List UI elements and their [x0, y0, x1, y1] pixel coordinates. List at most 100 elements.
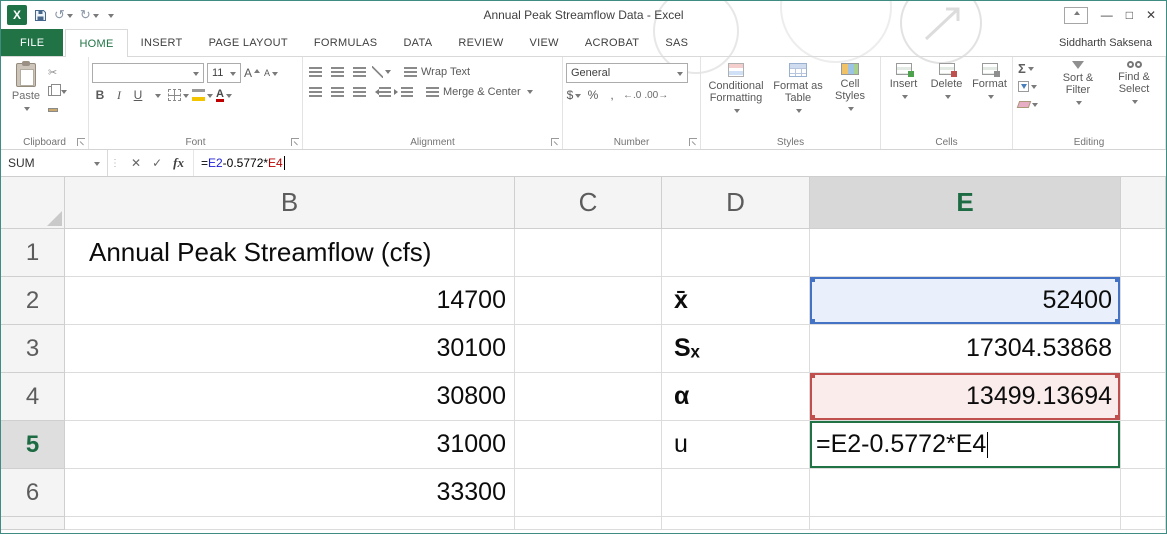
conditional-formatting-button[interactable]: Conditional Formatting: [704, 63, 768, 134]
tab-acrobat[interactable]: ACROBAT: [572, 29, 652, 56]
row-header-7-partial[interactable]: [1, 517, 65, 530]
tab-review[interactable]: REVIEW: [445, 29, 516, 56]
row-header-3[interactable]: 3: [1, 325, 65, 373]
comma-style-button[interactable]: ,: [604, 86, 620, 104]
align-middle-button[interactable]: [328, 63, 347, 80]
cell-D4[interactable]: α: [662, 373, 810, 421]
formula-bar-splitter[interactable]: ⋮: [108, 150, 122, 176]
tab-insert[interactable]: INSERT: [128, 29, 196, 56]
align-right-button[interactable]: [350, 83, 369, 100]
cell-E1[interactable]: [810, 229, 1121, 277]
accounting-format-button[interactable]: $: [566, 86, 582, 104]
minimize-button[interactable]: —: [1101, 8, 1113, 22]
cell-F1[interactable]: [1121, 229, 1166, 277]
cell-B5[interactable]: 31000: [65, 421, 515, 469]
clear-button[interactable]: [1016, 97, 1048, 111]
cell-F6[interactable]: [1121, 469, 1166, 517]
cell-C4[interactable]: [515, 373, 662, 421]
font-color-button[interactable]: A: [216, 86, 232, 104]
dialog-launcher-icon[interactable]: [689, 138, 697, 146]
column-header-partial[interactable]: [1121, 177, 1166, 229]
autosum-button[interactable]: Σ: [1018, 61, 1048, 76]
cell-C2[interactable]: [515, 277, 662, 325]
row-header-4[interactable]: 4: [1, 373, 65, 421]
cell-D6[interactable]: [662, 469, 810, 517]
align-center-button[interactable]: [328, 83, 347, 100]
cell-D7[interactable]: [662, 517, 810, 530]
undo-button[interactable]: ↺: [54, 7, 73, 23]
grow-font-button[interactable]: A: [244, 64, 261, 82]
tab-page-layout[interactable]: PAGE LAYOUT: [196, 29, 301, 56]
increase-decimal-button[interactable]: ←.0: [623, 86, 641, 104]
cell-C3[interactable]: [515, 325, 662, 373]
shrink-font-button[interactable]: A: [263, 64, 279, 82]
format-painter-button[interactable]: [48, 103, 67, 117]
cell-B1[interactable]: Annual Peak Streamflow (cfs): [65, 229, 515, 277]
cell-F3[interactable]: [1121, 325, 1166, 373]
save-button[interactable]: [34, 9, 47, 22]
tab-file[interactable]: FILE: [1, 29, 64, 56]
find-select-button[interactable]: Find & Select: [1108, 61, 1160, 134]
cell-C1[interactable]: [515, 229, 662, 277]
orientation-button[interactable]: [372, 63, 391, 80]
cell-D5[interactable]: u: [662, 421, 810, 469]
underline-options-button[interactable]: [149, 86, 165, 104]
excel-logo-icon[interactable]: X: [7, 5, 27, 25]
increase-indent-button[interactable]: [394, 83, 413, 100]
fill-button[interactable]: [1018, 79, 1048, 93]
customize-qat-button[interactable]: [106, 12, 114, 19]
name-box[interactable]: SUM: [1, 150, 107, 176]
dialog-launcher-icon[interactable]: [551, 138, 559, 146]
cell-B3[interactable]: 30100: [65, 325, 515, 373]
cell-B6[interactable]: 33300: [65, 469, 515, 517]
cell-E3[interactable]: 17304.53868: [810, 325, 1121, 373]
align-top-button[interactable]: [306, 63, 325, 80]
maximize-button[interactable]: □: [1126, 8, 1133, 22]
cell-C6[interactable]: [515, 469, 662, 517]
decrease-indent-button[interactable]: [372, 83, 391, 100]
cell-E4[interactable]: 13499.13694: [810, 373, 1121, 421]
font-name-combo[interactable]: [92, 63, 204, 83]
tab-formulas[interactable]: FORMULAS: [301, 29, 391, 56]
cell-F5[interactable]: [1121, 421, 1166, 469]
dialog-launcher-icon[interactable]: [291, 138, 299, 146]
delete-cells-button[interactable]: Delete: [927, 63, 966, 134]
cell-E7[interactable]: [810, 517, 1121, 530]
formula-input[interactable]: = E2 -0.5772* E4: [194, 150, 285, 176]
cell-E2[interactable]: 52400: [810, 277, 1121, 325]
dialog-launcher-icon[interactable]: [77, 138, 85, 146]
underline-button[interactable]: U: [130, 86, 146, 104]
cell-F7[interactable]: [1121, 517, 1166, 530]
cell-B7[interactable]: [65, 517, 515, 530]
tab-sas[interactable]: SAS: [652, 29, 701, 56]
cell-E6[interactable]: [810, 469, 1121, 517]
row-header-5[interactable]: 5: [1, 421, 65, 469]
copy-button[interactable]: [48, 84, 67, 98]
format-cells-button[interactable]: Format: [970, 63, 1009, 134]
cell-B2[interactable]: 14700: [65, 277, 515, 325]
format-as-table-button[interactable]: Format as Table: [770, 63, 826, 134]
column-header-c[interactable]: C: [515, 177, 662, 229]
paste-button[interactable]: Paste: [4, 60, 48, 134]
row-header-1[interactable]: 1: [1, 229, 65, 277]
cell-E5-editing[interactable]: =E2-0.5772*E4: [810, 421, 1121, 469]
number-format-combo[interactable]: General: [566, 63, 688, 83]
insert-cells-button[interactable]: Insert: [884, 63, 923, 134]
row-header-6[interactable]: 6: [1, 469, 65, 517]
cell-C7[interactable]: [515, 517, 662, 530]
sort-filter-button[interactable]: Sort & Filter: [1052, 61, 1104, 134]
cell-D2[interactable]: x̄: [662, 277, 810, 325]
column-header-b[interactable]: B: [65, 177, 515, 229]
close-button[interactable]: ✕: [1146, 8, 1156, 22]
tab-home[interactable]: HOME: [65, 29, 128, 57]
tab-view[interactable]: VIEW: [517, 29, 572, 56]
fill-color-button[interactable]: [192, 86, 213, 104]
column-header-e[interactable]: E: [810, 177, 1121, 229]
tab-data[interactable]: DATA: [390, 29, 445, 56]
align-bottom-button[interactable]: [350, 63, 369, 80]
cell-F2[interactable]: [1121, 277, 1166, 325]
font-size-combo[interactable]: 11: [207, 63, 241, 83]
insert-function-button[interactable]: fx: [173, 155, 184, 171]
borders-button[interactable]: [168, 86, 189, 104]
ribbon-display-options-button[interactable]: [1063, 6, 1088, 24]
